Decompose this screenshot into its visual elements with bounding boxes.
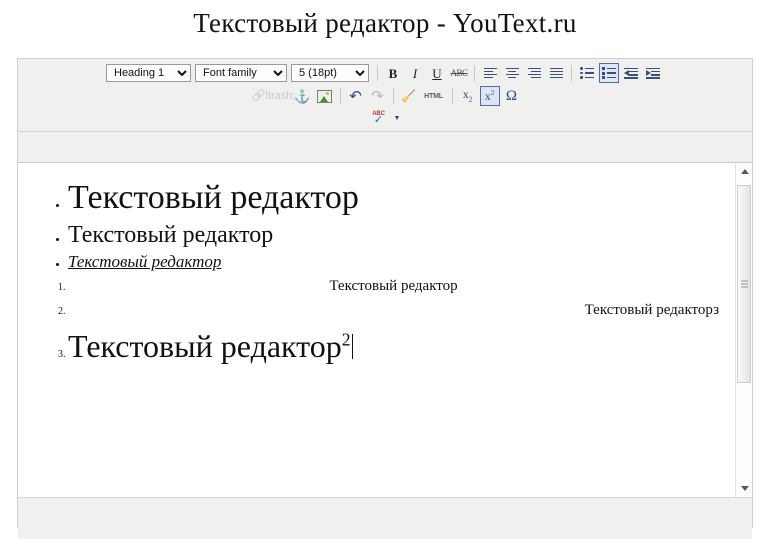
font-size-select[interactable]: 5 (18pt) bbox=[291, 64, 369, 82]
toolbar-row-1: Heading 1 Font family 5 (18pt) B I U ABC bbox=[18, 61, 752, 85]
toolbar-separator bbox=[392, 88, 394, 104]
toolbar-row-2: 🔗 ltrash; ⚓ ↶ ↷ 🧹 HTML x2 x2 Ω bbox=[18, 85, 752, 107]
outdent-icon[interactable] bbox=[621, 63, 641, 83]
editor-status-bar bbox=[18, 497, 752, 539]
italic-icon[interactable]: I bbox=[405, 63, 425, 83]
underline-icon[interactable]: U bbox=[427, 63, 447, 83]
toolbar-separator bbox=[339, 88, 341, 104]
bullet-list-icon[interactable] bbox=[577, 63, 597, 83]
list-item[interactable]: Текстовый редактор bbox=[68, 177, 719, 220]
list-item[interactable]: Текстовый редактор2 bbox=[68, 322, 719, 370]
app-root: Текстовый редактор - YouText.ru Heading … bbox=[0, 0, 770, 546]
spellcheck-dropdown-icon[interactable]: ▼ bbox=[391, 108, 402, 128]
list-item[interactable]: Текстовый редактор bbox=[68, 274, 719, 298]
align-justify-icon[interactable] bbox=[546, 63, 566, 83]
list-item[interactable]: Текстовый редакторз bbox=[68, 298, 719, 322]
scroll-up-arrow-icon[interactable] bbox=[736, 163, 752, 180]
format-select[interactable]: Heading 1 bbox=[106, 64, 191, 82]
toolbar-separator bbox=[571, 65, 572, 81]
strikethrough-icon[interactable]: ABC bbox=[449, 63, 469, 83]
toolbar-row-3: ABC ✓ ▼ bbox=[18, 107, 752, 129]
bold-icon[interactable]: B bbox=[383, 63, 403, 83]
editor-toolbar: Heading 1 Font family 5 (18pt) B I U ABC bbox=[18, 59, 752, 132]
list-item[interactable]: Текстовый редактор bbox=[68, 251, 719, 274]
numbered-list: Текстовый редактор Текстовый редакторз Т… bbox=[34, 274, 719, 370]
bullet-list: Текстовый редактор Текстовый редактор Те… bbox=[34, 177, 719, 274]
list-item-text: Текстовый редактор bbox=[68, 179, 359, 216]
align-center-icon[interactable] bbox=[502, 63, 522, 83]
numbered-list-icon[interactable] bbox=[599, 63, 619, 83]
scrollbar-thumb[interactable] bbox=[737, 185, 751, 383]
special-char-icon[interactable]: Ω bbox=[502, 86, 522, 106]
redo-icon[interactable]: ↷ bbox=[368, 86, 388, 106]
superscript-icon[interactable]: x2 bbox=[479, 86, 500, 106]
superscript-text: 2 bbox=[341, 328, 351, 349]
cleanup-icon[interactable]: 🧹 bbox=[399, 86, 419, 106]
rich-text-editor: Heading 1 Font family 5 (18pt) B I U ABC bbox=[17, 58, 753, 539]
list-item-text: Текстовый редактор bbox=[68, 221, 274, 248]
page-title: Текстовый редактор - YouText.ru bbox=[193, 8, 577, 38]
list-item[interactable]: Текстовый редактор bbox=[68, 220, 719, 251]
insert-image-icon[interactable] bbox=[315, 86, 335, 106]
subscript-icon[interactable]: x2 bbox=[458, 86, 478, 106]
unlink-icon[interactable]: ltrash; bbox=[266, 86, 296, 106]
indent-icon[interactable] bbox=[643, 63, 663, 83]
align-left-icon[interactable] bbox=[480, 63, 500, 83]
toolbar-separator bbox=[377, 65, 378, 81]
anchor-icon[interactable]: ⚓ bbox=[293, 86, 313, 106]
toolbar-separator bbox=[451, 88, 453, 104]
editable-document[interactable]: Текстовый редактор Текстовый редактор Те… bbox=[18, 163, 735, 497]
toolbar-spacer-band bbox=[18, 132, 752, 163]
list-item-text: Текстовый редактор bbox=[68, 251, 222, 271]
list-item-text: Текстовый редактор bbox=[329, 277, 458, 294]
editor-content-area: Текстовый редактор Текстовый редактор Те… bbox=[18, 163, 752, 497]
text-cursor bbox=[351, 333, 353, 359]
toolbar-separator bbox=[474, 65, 475, 81]
undo-icon[interactable]: ↶ bbox=[346, 86, 366, 106]
font-family-select[interactable]: Font family bbox=[195, 64, 287, 82]
scrollbar-grip-icon bbox=[741, 280, 748, 288]
spellcheck-icon[interactable]: ABC ✓ bbox=[369, 108, 389, 128]
align-right-icon[interactable] bbox=[524, 63, 544, 83]
edit-html-icon[interactable]: HTML bbox=[421, 86, 447, 106]
scroll-down-arrow-icon[interactable] bbox=[736, 480, 752, 497]
vertical-scrollbar[interactable] bbox=[735, 163, 752, 497]
list-item-text: Текстовый редакторз bbox=[584, 301, 719, 318]
list-item-text: Текстовый редактор bbox=[68, 327, 342, 364]
